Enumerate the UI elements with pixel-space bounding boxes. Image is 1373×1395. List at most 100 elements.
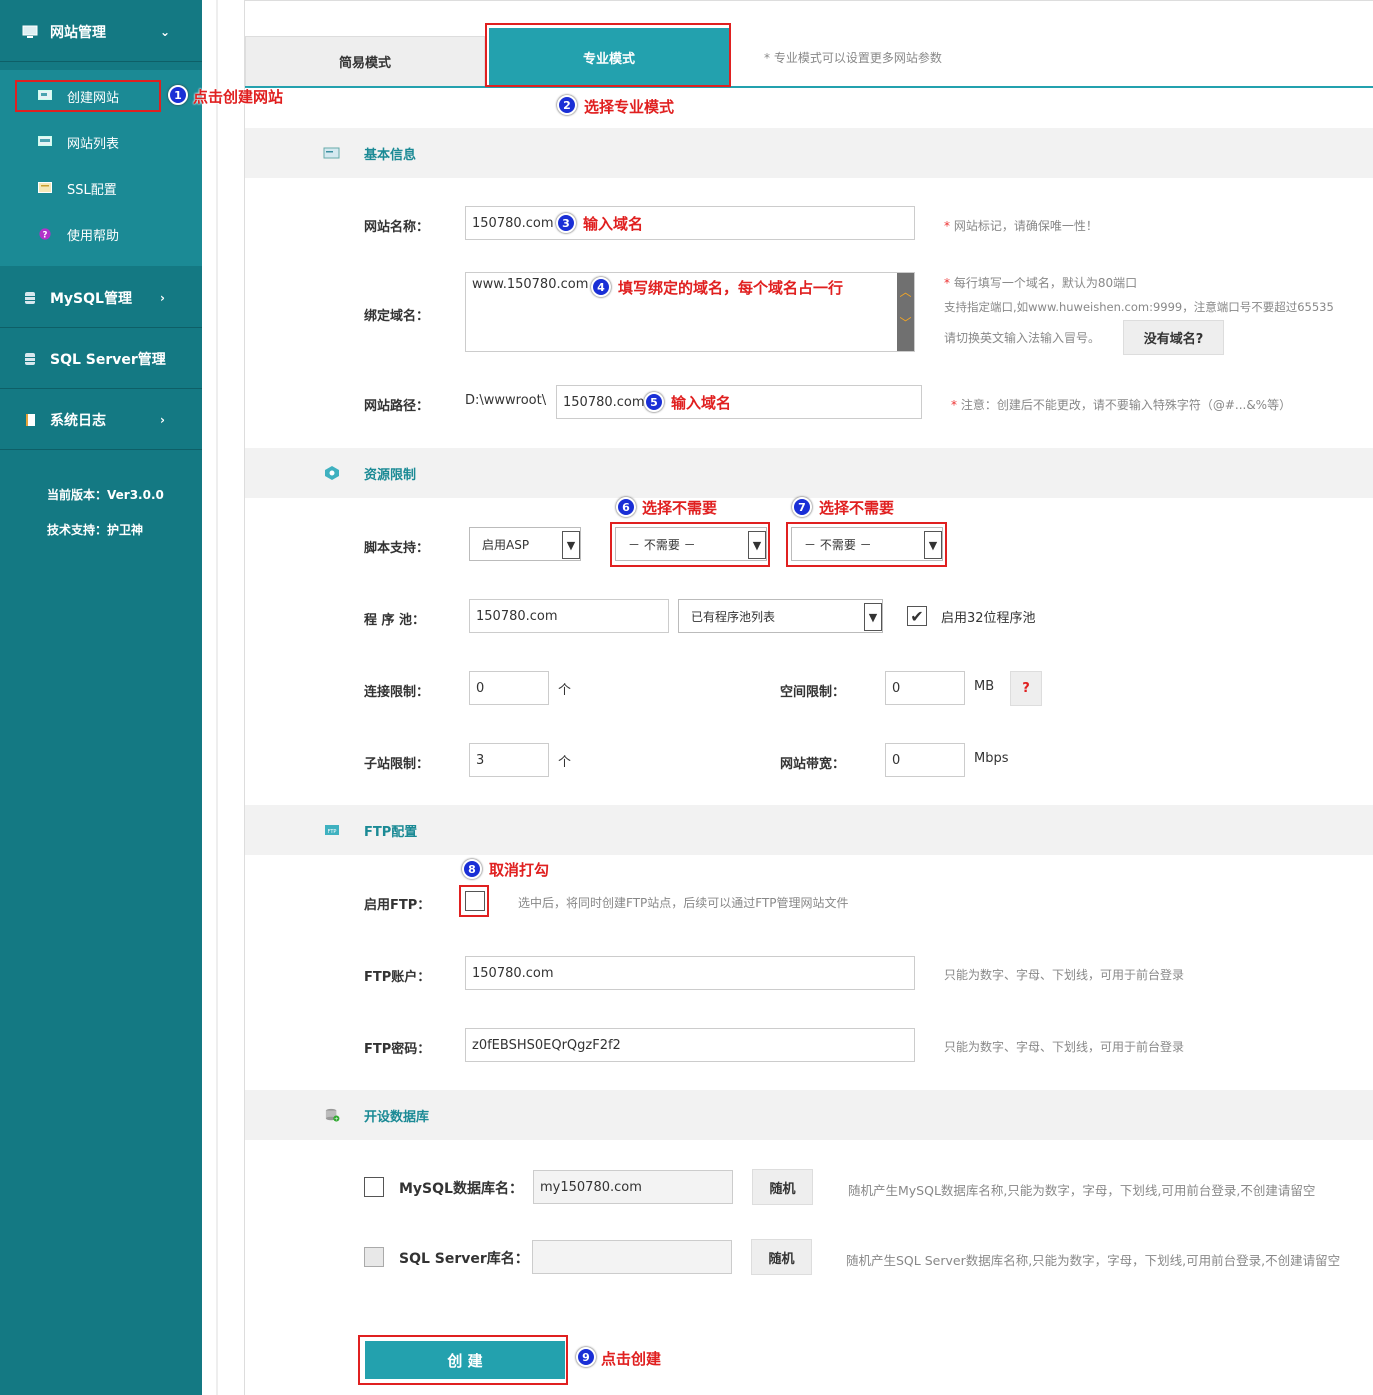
- sqlserver-db-input[interactable]: [532, 1240, 732, 1274]
- annotation-text: 取消打勾: [489, 861, 550, 879]
- dropdown-arrow-icon: ▼: [864, 603, 882, 631]
- annotation-text: 选择不需要: [642, 499, 718, 517]
- pool32-checkbox[interactable]: ✔: [907, 606, 927, 626]
- bandwidth-label: 网站带宽：: [780, 757, 846, 772]
- bandwidth-input[interactable]: 0: [885, 743, 965, 777]
- annotation-text: 输入域名: [583, 215, 644, 233]
- database-add-icon: +: [325, 1108, 340, 1122]
- chevron-right-icon: ›: [160, 290, 165, 305]
- database-icon: [25, 352, 35, 365]
- sidebar-group-label: 系统日志: [50, 412, 106, 429]
- site-name-label: 网站名称：: [364, 220, 430, 235]
- ftp-password-input[interactable]: z0fEBSHS0EQrQgzF2f2: [465, 1028, 915, 1062]
- ftp-account-input[interactable]: 150780.com: [465, 956, 915, 990]
- domain-label: 绑定域名：: [364, 309, 430, 324]
- required-star: *: [944, 276, 950, 290]
- mysql-db-label: MySQL数据库名：: [399, 1181, 523, 1197]
- sidebar-item-label: 网站列表: [67, 136, 120, 152]
- highlight-box: [358, 1335, 568, 1385]
- select-value: 启用ASP: [482, 537, 530, 552]
- sidebar-item-help[interactable]: ? 使用帮助: [0, 212, 202, 256]
- tab-underline: [245, 86, 1373, 88]
- highlight-box: [786, 522, 947, 567]
- script-select-asp[interactable]: 启用ASP ▼: [469, 527, 581, 561]
- sqlserver-random-button[interactable]: 随机: [751, 1239, 812, 1275]
- app-pool-input[interactable]: 150780.com: [469, 599, 669, 633]
- site-path-prefix: D:\wwwroot\: [465, 393, 547, 408]
- section-title: 开设数据库: [364, 1109, 430, 1125]
- substation-limit-input[interactable]: 3: [469, 743, 549, 777]
- domain-value: www.150780.com: [472, 277, 589, 292]
- no-domain-button[interactable]: 没有域名?: [1123, 320, 1224, 355]
- sqlserver-db-note: 随机产生SQL Server数据库名称,只能为数字，字母，下划线,可用前台登录,…: [846, 1253, 1341, 1268]
- conn-limit-label: 连接限制：: [364, 685, 430, 700]
- step-badge: 3: [556, 213, 576, 233]
- bandwidth-unit: Mbps: [974, 751, 1009, 766]
- space-help-button[interactable]: ?: [1010, 671, 1042, 706]
- chevron-down-icon: ⌄: [160, 24, 171, 39]
- section-database: + 开设数据库: [245, 1090, 1373, 1140]
- support-text: 技术支持：护卫神: [47, 523, 144, 537]
- ftp-enable-label: 启用FTP：: [364, 898, 431, 913]
- step-badge: 7: [792, 497, 812, 517]
- step-badge: 4: [591, 277, 611, 297]
- domain-note-2: 支持指定端口,如www.huweishen.com:9999，注意端口号不要超过…: [944, 300, 1334, 314]
- textarea-scrollbar[interactable]: ︿ ﹀: [897, 273, 914, 351]
- highlight-box: [15, 80, 161, 112]
- mysql-random-button[interactable]: 随机: [752, 1169, 813, 1205]
- mysql-db-input[interactable]: my150780.com: [533, 1170, 733, 1204]
- sidebar-group-syslog[interactable]: 系统日志 ›: [0, 390, 202, 450]
- sidebar-group-mysql[interactable]: MySQL管理 ›: [0, 268, 202, 328]
- section-title: 资源限制: [364, 467, 417, 483]
- section-ftp: FTP FTP配置: [245, 805, 1373, 855]
- section-title: FTP配置: [364, 824, 418, 840]
- domain-note-3: 请切换英文输入法输入冒号。: [944, 331, 1101, 345]
- site-path-input[interactable]: 150780.com: [556, 385, 922, 419]
- script-support-label: 脚本支持：: [364, 541, 430, 556]
- main-content: 简易模式 专业模式 * 专业模式可以设置更多网站参数 基本信息 网站名称： 15…: [244, 0, 1373, 1395]
- annotation-text: 点击创建: [601, 1350, 662, 1368]
- tab-hint: * 专业模式可以设置更多网站参数: [764, 51, 942, 65]
- ftp-account-note: 只能为数字、字母、下划线，可用于前台登录: [944, 968, 1185, 982]
- domain-note-1: 每行填写一个域名，默认为80端口: [953, 276, 1138, 290]
- app-pool-select[interactable]: 已有程序池列表 ▼: [678, 599, 883, 633]
- mysql-db-checkbox[interactable]: [364, 1177, 384, 1197]
- select-value: 已有程序池列表: [691, 609, 776, 624]
- sqlserver-db-checkbox[interactable]: [364, 1247, 384, 1267]
- sidebar-item-label: 使用帮助: [67, 228, 120, 244]
- conn-limit-input[interactable]: 0: [469, 671, 549, 705]
- step-badge: 5: [644, 392, 664, 412]
- sidebar: 网站管理 ⌄ 创建网站 网站列表 SSL配置 ? 使用帮助 MySQL管理 › …: [0, 0, 202, 1395]
- database-icon: [25, 291, 35, 304]
- ftp-password-label: FTP密码：: [364, 1042, 431, 1057]
- svg-text:FTP: FTP: [328, 829, 337, 835]
- sidebar-item-site-list[interactable]: 网站列表: [0, 120, 202, 164]
- tab-simple-mode[interactable]: 简易模式: [245, 36, 485, 86]
- monitor-icon: [22, 25, 38, 38]
- hexagon-icon: [325, 466, 339, 480]
- sidebar-group-label: SQL Server管理: [50, 351, 166, 368]
- space-limit-label: 空间限制：: [780, 685, 846, 700]
- sqlserver-db-label: SQL Server库名：: [399, 1251, 529, 1267]
- section-basic-info: 基本信息: [245, 128, 1373, 178]
- annotation-text: 输入域名: [671, 394, 732, 412]
- scroll-down-icon[interactable]: ﹀: [897, 314, 914, 331]
- sidebar-item-ssl[interactable]: SSL配置: [0, 166, 202, 210]
- highlight-box: [610, 522, 770, 567]
- annotation-text: 选择专业模式: [584, 98, 675, 116]
- space-limit-unit: MB: [974, 679, 995, 694]
- required-star: *: [951, 398, 957, 412]
- ftp-password-note: 只能为数字、字母、下划线，可用于前台登录: [944, 1040, 1185, 1054]
- space-limit-input[interactable]: 0: [885, 671, 965, 705]
- substation-limit-unit: 个: [558, 755, 572, 770]
- sidebar-group-sqlserver[interactable]: SQL Server管理 ›: [0, 329, 202, 389]
- app-pool-label: 程 序 池：: [364, 613, 426, 628]
- conn-limit-unit: 个: [558, 683, 572, 698]
- sidebar-group-site-mgmt[interactable]: 网站管理 ⌄: [0, 2, 202, 62]
- step-badge: 9: [576, 1347, 596, 1367]
- log-icon: [26, 413, 35, 426]
- site-name-input[interactable]: 150780.com: [465, 206, 915, 240]
- sidebar-group-label: MySQL管理: [50, 290, 132, 307]
- help-icon: ?: [39, 228, 51, 240]
- scroll-up-icon[interactable]: ︿: [897, 283, 914, 300]
